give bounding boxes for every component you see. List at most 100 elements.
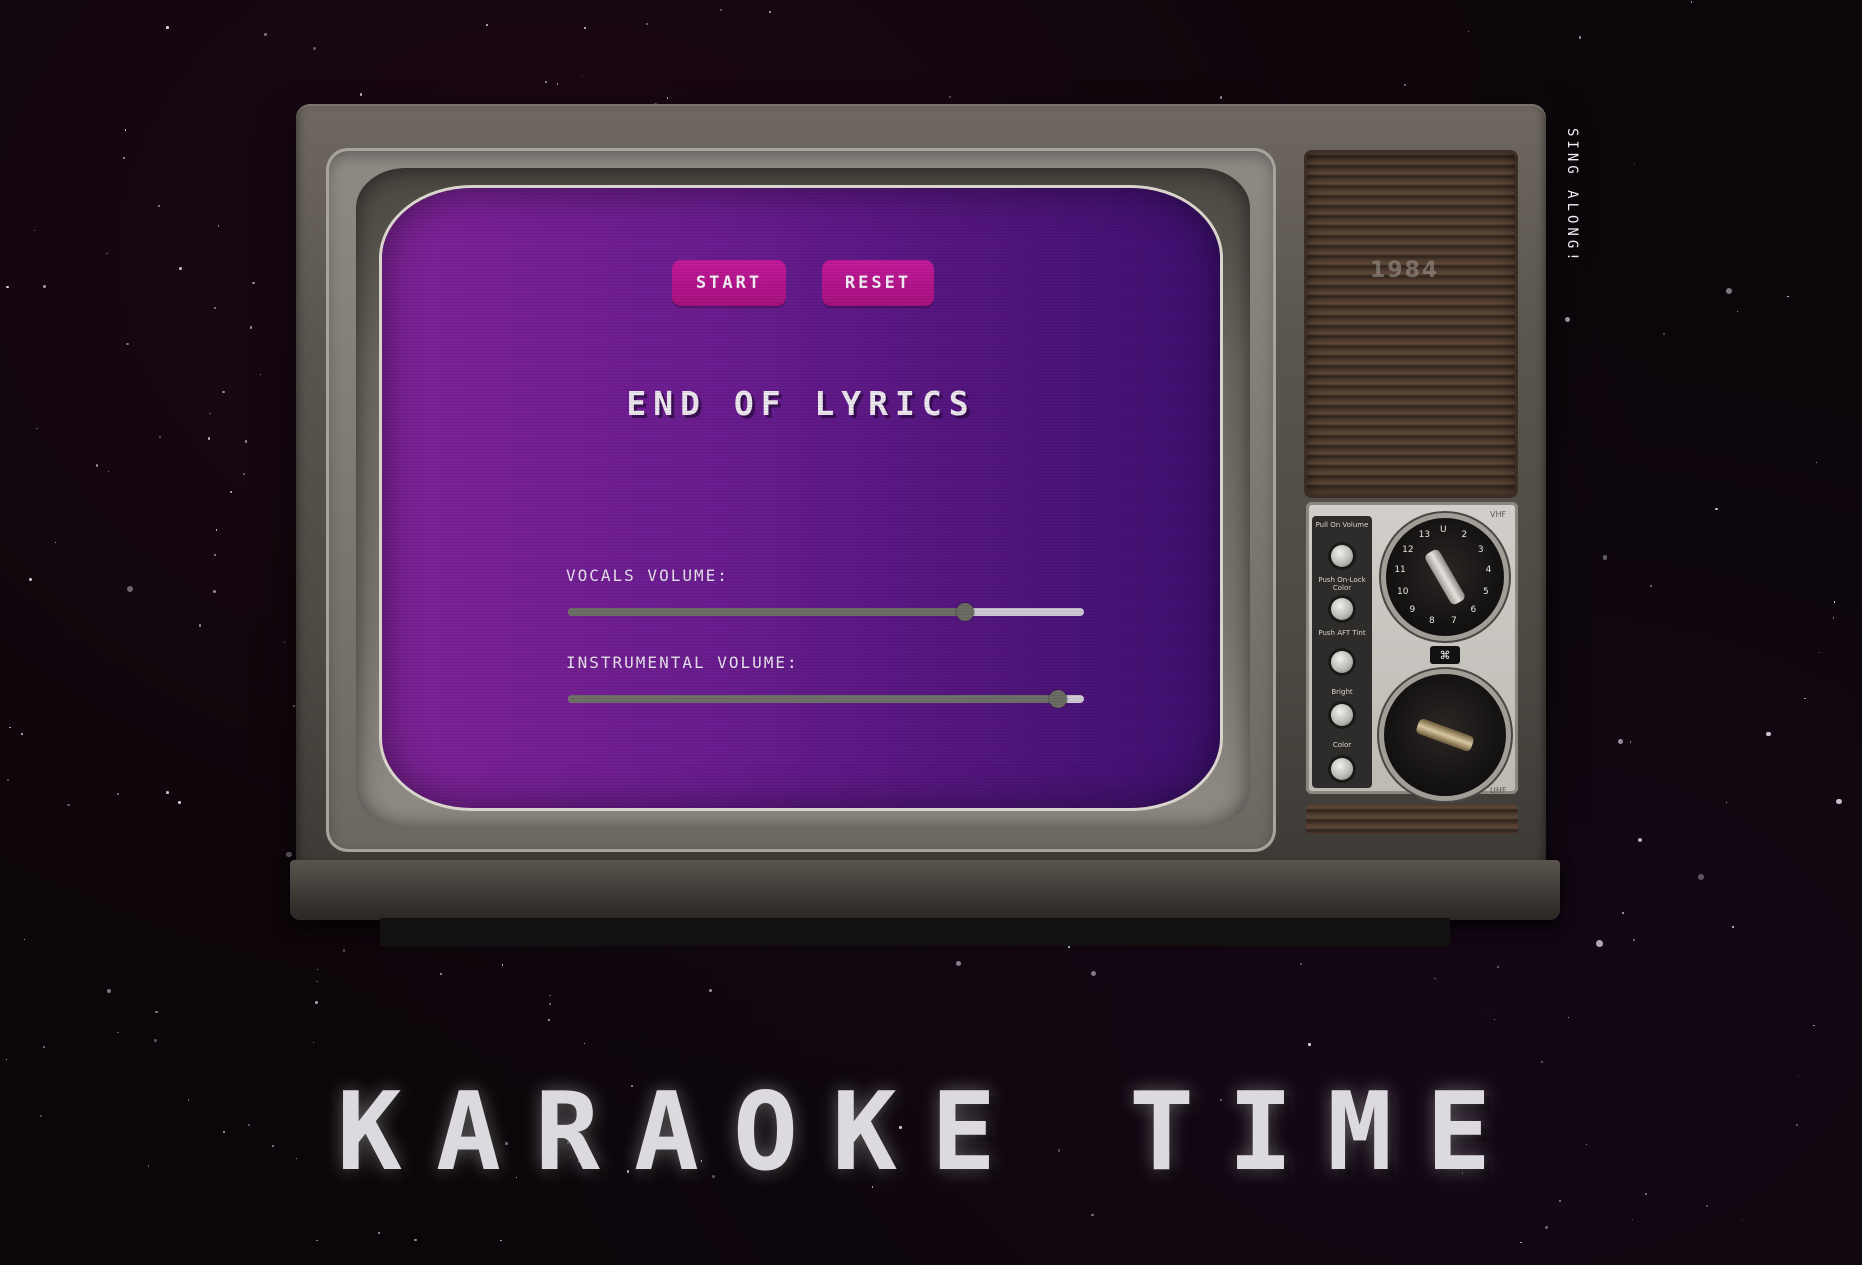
volume-knob[interactable] <box>1331 545 1353 567</box>
instrumental-volume-label: INSTRUMENTAL VOLUME: <box>566 653 799 672</box>
vhf-dial-number: 2 <box>1461 530 1468 541</box>
star <box>155 1010 159 1014</box>
star <box>209 412 211 415</box>
star <box>312 47 316 50</box>
star <box>6 286 9 289</box>
star <box>157 205 160 208</box>
star <box>547 1018 551 1022</box>
star <box>720 9 722 11</box>
star <box>1818 651 1821 653</box>
sing-along-text: SING ALONG! <box>1564 128 1580 265</box>
star <box>106 252 108 254</box>
star <box>1725 801 1728 804</box>
star <box>1602 555 1608 560</box>
control-bottom-trim <box>1306 804 1518 834</box>
star <box>260 373 262 375</box>
vhf-dial-number: 13 <box>1418 530 1431 541</box>
star <box>67 803 70 807</box>
tv-base <box>290 860 1560 920</box>
star <box>1596 940 1603 947</box>
star <box>1621 912 1624 915</box>
star <box>107 470 110 472</box>
star <box>116 793 119 796</box>
star <box>769 10 772 13</box>
star <box>36 427 38 430</box>
star <box>215 529 217 531</box>
vocals-volume-thumb[interactable] <box>956 603 975 621</box>
star <box>207 437 211 440</box>
star <box>1691 1 1693 3</box>
star <box>549 994 551 996</box>
color-knob[interactable] <box>1331 758 1353 780</box>
uhf-label: UHF <box>1490 786 1507 795</box>
star <box>1731 926 1734 929</box>
star <box>1726 287 1733 295</box>
vhf-label: VHF <box>1490 510 1507 519</box>
control-label-tint: Push AFT Tint <box>1318 629 1366 637</box>
star <box>377 1231 381 1235</box>
star <box>1067 945 1070 949</box>
star <box>1662 332 1666 336</box>
star <box>1219 96 1223 99</box>
star <box>264 33 267 36</box>
color-lock-knob[interactable] <box>1331 598 1353 620</box>
instrumental-volume-slider[interactable] <box>568 690 1084 708</box>
star <box>212 590 216 594</box>
star <box>153 1039 157 1042</box>
star <box>1836 799 1842 805</box>
star <box>1813 1024 1815 1027</box>
star <box>285 851 292 858</box>
uhf-channel-dial[interactable] <box>1384 674 1506 796</box>
star <box>23 939 25 941</box>
tv-foot <box>380 918 1450 946</box>
vhf-dial-number: 6 <box>1470 605 1477 616</box>
star <box>242 472 246 476</box>
vhf-dial-number: 5 <box>1483 587 1489 598</box>
vocals-volume-label: VOCALS VOLUME: <box>566 566 729 585</box>
vhf-dial-number: 12 <box>1402 544 1414 555</box>
star <box>581 76 584 78</box>
star <box>21 733 24 735</box>
star <box>949 95 952 98</box>
speaker-logo: 1984 <box>1370 258 1440 283</box>
star <box>548 1002 552 1005</box>
star <box>583 1042 586 1045</box>
tv-screen: START RESET END OF LYRICS VOCALS VOLUME:… <box>382 188 1220 808</box>
star <box>126 585 134 592</box>
star <box>55 542 57 544</box>
vocals-volume-fill <box>568 608 966 616</box>
star <box>1787 295 1789 298</box>
star <box>359 93 363 97</box>
vhf-dial-number: 3 <box>1477 544 1484 555</box>
star <box>485 24 488 26</box>
vocals-volume-slider[interactable] <box>568 603 1084 621</box>
uhf-dial-handle[interactable] <box>1415 717 1475 753</box>
bright-knob[interactable] <box>1331 704 1353 726</box>
star <box>244 440 248 444</box>
vhf-channel-dial[interactable]: U 2 3 4 5 6 7 8 9 10 11 12 13 <box>1386 518 1504 636</box>
crt-scanlines <box>382 188 1220 808</box>
instrumental-volume-thumb[interactable] <box>1049 690 1068 708</box>
tint-knob[interactable] <box>1331 651 1353 673</box>
star <box>218 225 220 227</box>
star <box>126 342 129 346</box>
star <box>556 83 559 85</box>
start-button[interactable]: START <box>672 260 786 306</box>
star <box>501 964 503 966</box>
star <box>313 1042 315 1044</box>
star <box>1567 1016 1569 1019</box>
star <box>1090 971 1096 977</box>
star <box>283 641 286 643</box>
vhf-dial-handle[interactable] <box>1423 547 1467 607</box>
reset-button[interactable]: RESET <box>822 260 934 306</box>
star <box>1578 36 1582 39</box>
vhf-dial-number: 10 <box>1396 587 1409 598</box>
star <box>1815 461 1818 464</box>
star <box>315 1001 318 1004</box>
star <box>198 624 202 628</box>
star <box>95 464 99 467</box>
star <box>1705 1204 1709 1208</box>
star <box>123 157 126 160</box>
star <box>709 989 712 993</box>
star <box>1804 698 1806 700</box>
